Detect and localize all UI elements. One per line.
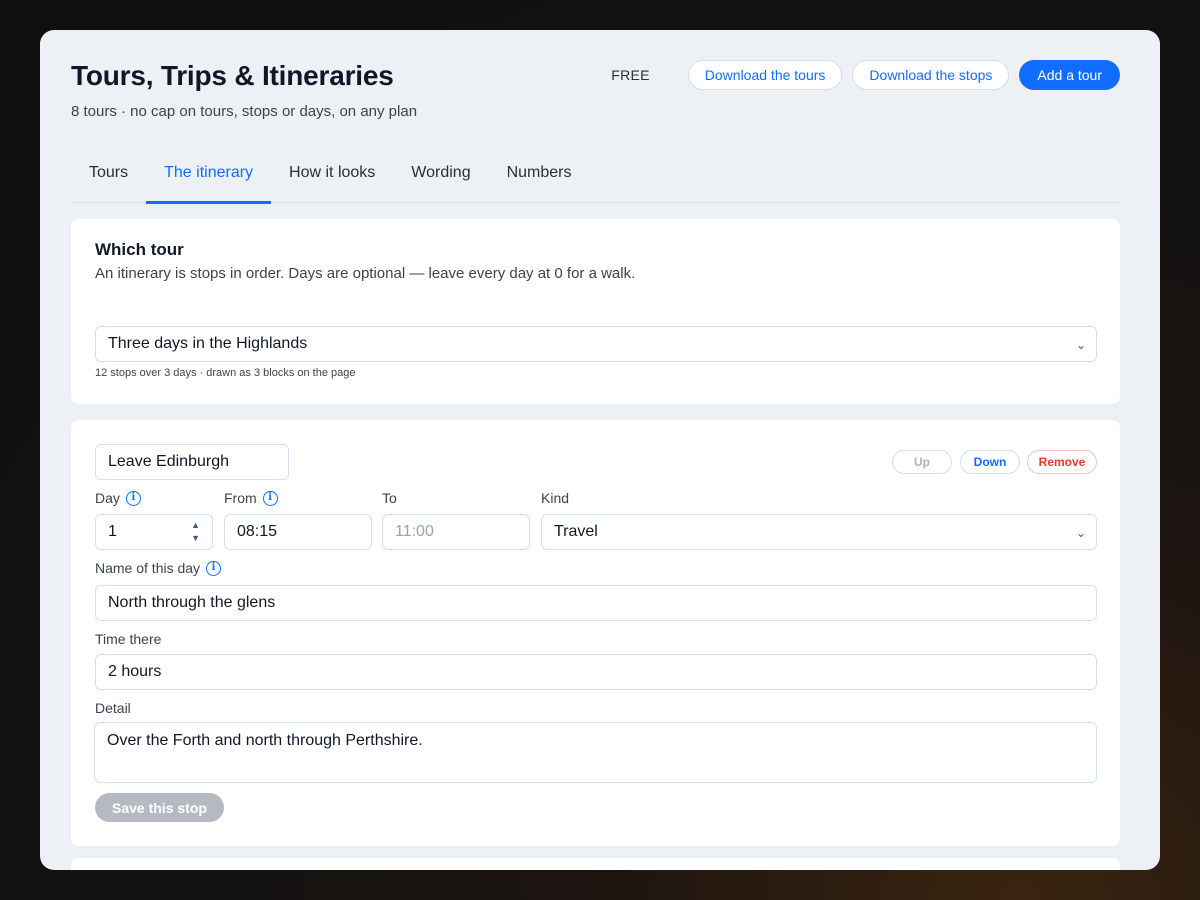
tour-select[interactable]: Three days in the Highlands ⌄ <box>95 326 1097 362</box>
which-tour-title: Which tour <box>95 240 184 259</box>
day-value: 1 <box>108 523 117 540</box>
detail-label: Detail <box>95 700 131 716</box>
remove-stop-button[interactable]: Remove <box>1027 450 1097 474</box>
header-actions: FREE Download the tours Download the sto… <box>611 60 1120 90</box>
from-time-input[interactable]: 08:15 <box>224 514 372 550</box>
tab-tours[interactable]: Tours <box>71 150 146 203</box>
day-label: Day i <box>95 490 141 506</box>
next-stop-card <box>71 858 1120 870</box>
chevron-down-icon: ⌄ <box>1075 338 1086 352</box>
kind-label: Kind <box>541 490 570 506</box>
tab-bar: Tours The itinerary How it looks Wording… <box>71 150 1120 204</box>
tab-the-itinerary[interactable]: The itinerary <box>146 150 271 204</box>
info-icon[interactable]: i <box>206 560 222 576</box>
which-tour-card: Which tour An itinerary is stops in orde… <box>71 219 1120 404</box>
download-tours-button[interactable]: Download the tours <box>687 60 843 90</box>
plan-badge: FREE <box>611 67 650 83</box>
tab-numbers[interactable]: Numbers <box>489 150 590 203</box>
stepper-icon[interactable]: ▲ ▼ <box>191 519 200 545</box>
page-subtitle: 8 tours · no cap on tours, stops or days… <box>71 103 418 120</box>
day-label-text: Day <box>95 490 120 506</box>
kind-select[interactable]: Travel ⌄ <box>541 514 1097 550</box>
to-label: To <box>382 490 397 506</box>
day-name-label: Name of this day i <box>95 560 222 576</box>
tab-wording[interactable]: Wording <box>393 150 488 203</box>
time-there-label: Time there <box>95 631 162 647</box>
page-header: Tours, Trips & Itineraries 8 tours · no … <box>71 60 1120 130</box>
to-time-input[interactable]: 11:00 <box>382 514 530 550</box>
move-down-button[interactable]: Down <box>960 450 1020 474</box>
app-window: Tours, Trips & Itineraries 8 tours · no … <box>40 30 1160 870</box>
info-icon[interactable]: i <box>262 490 278 506</box>
day-name-label-text: Name of this day <box>95 560 201 576</box>
day-name-input[interactable]: North through the glens <box>95 585 1097 621</box>
download-stops-button[interactable]: Download the stops <box>852 60 1010 90</box>
kind-select-value: Travel <box>554 523 598 540</box>
tab-how-it-looks[interactable]: How it looks <box>271 150 393 203</box>
add-tour-button[interactable]: Add a tour <box>1019 60 1120 90</box>
tour-select-value: Three days in the Highlands <box>108 335 308 352</box>
save-stop-button[interactable]: Save this stop <box>95 793 224 822</box>
stop-card: Leave Edinburgh Up Down Remove Day i 1 ▲… <box>71 420 1120 846</box>
which-tour-description: An itinerary is stops in order. Days are… <box>95 265 636 282</box>
day-stepper[interactable]: 1 ▲ ▼ <box>95 514 213 550</box>
time-there-input[interactable]: 2 hours <box>95 654 1097 690</box>
detail-textarea[interactable]: Over the Forth and north through Perthsh… <box>94 722 1097 783</box>
move-up-button[interactable]: Up <box>892 450 952 474</box>
from-label-text: From <box>224 490 257 506</box>
tour-select-hint: 12 stops over 3 days · drawn as 3 blocks… <box>95 367 356 379</box>
stop-name-input[interactable]: Leave Edinburgh <box>95 444 289 480</box>
from-label: From i <box>224 490 278 506</box>
chevron-down-icon: ⌄ <box>1075 526 1086 540</box>
info-icon[interactable]: i <box>125 490 141 506</box>
